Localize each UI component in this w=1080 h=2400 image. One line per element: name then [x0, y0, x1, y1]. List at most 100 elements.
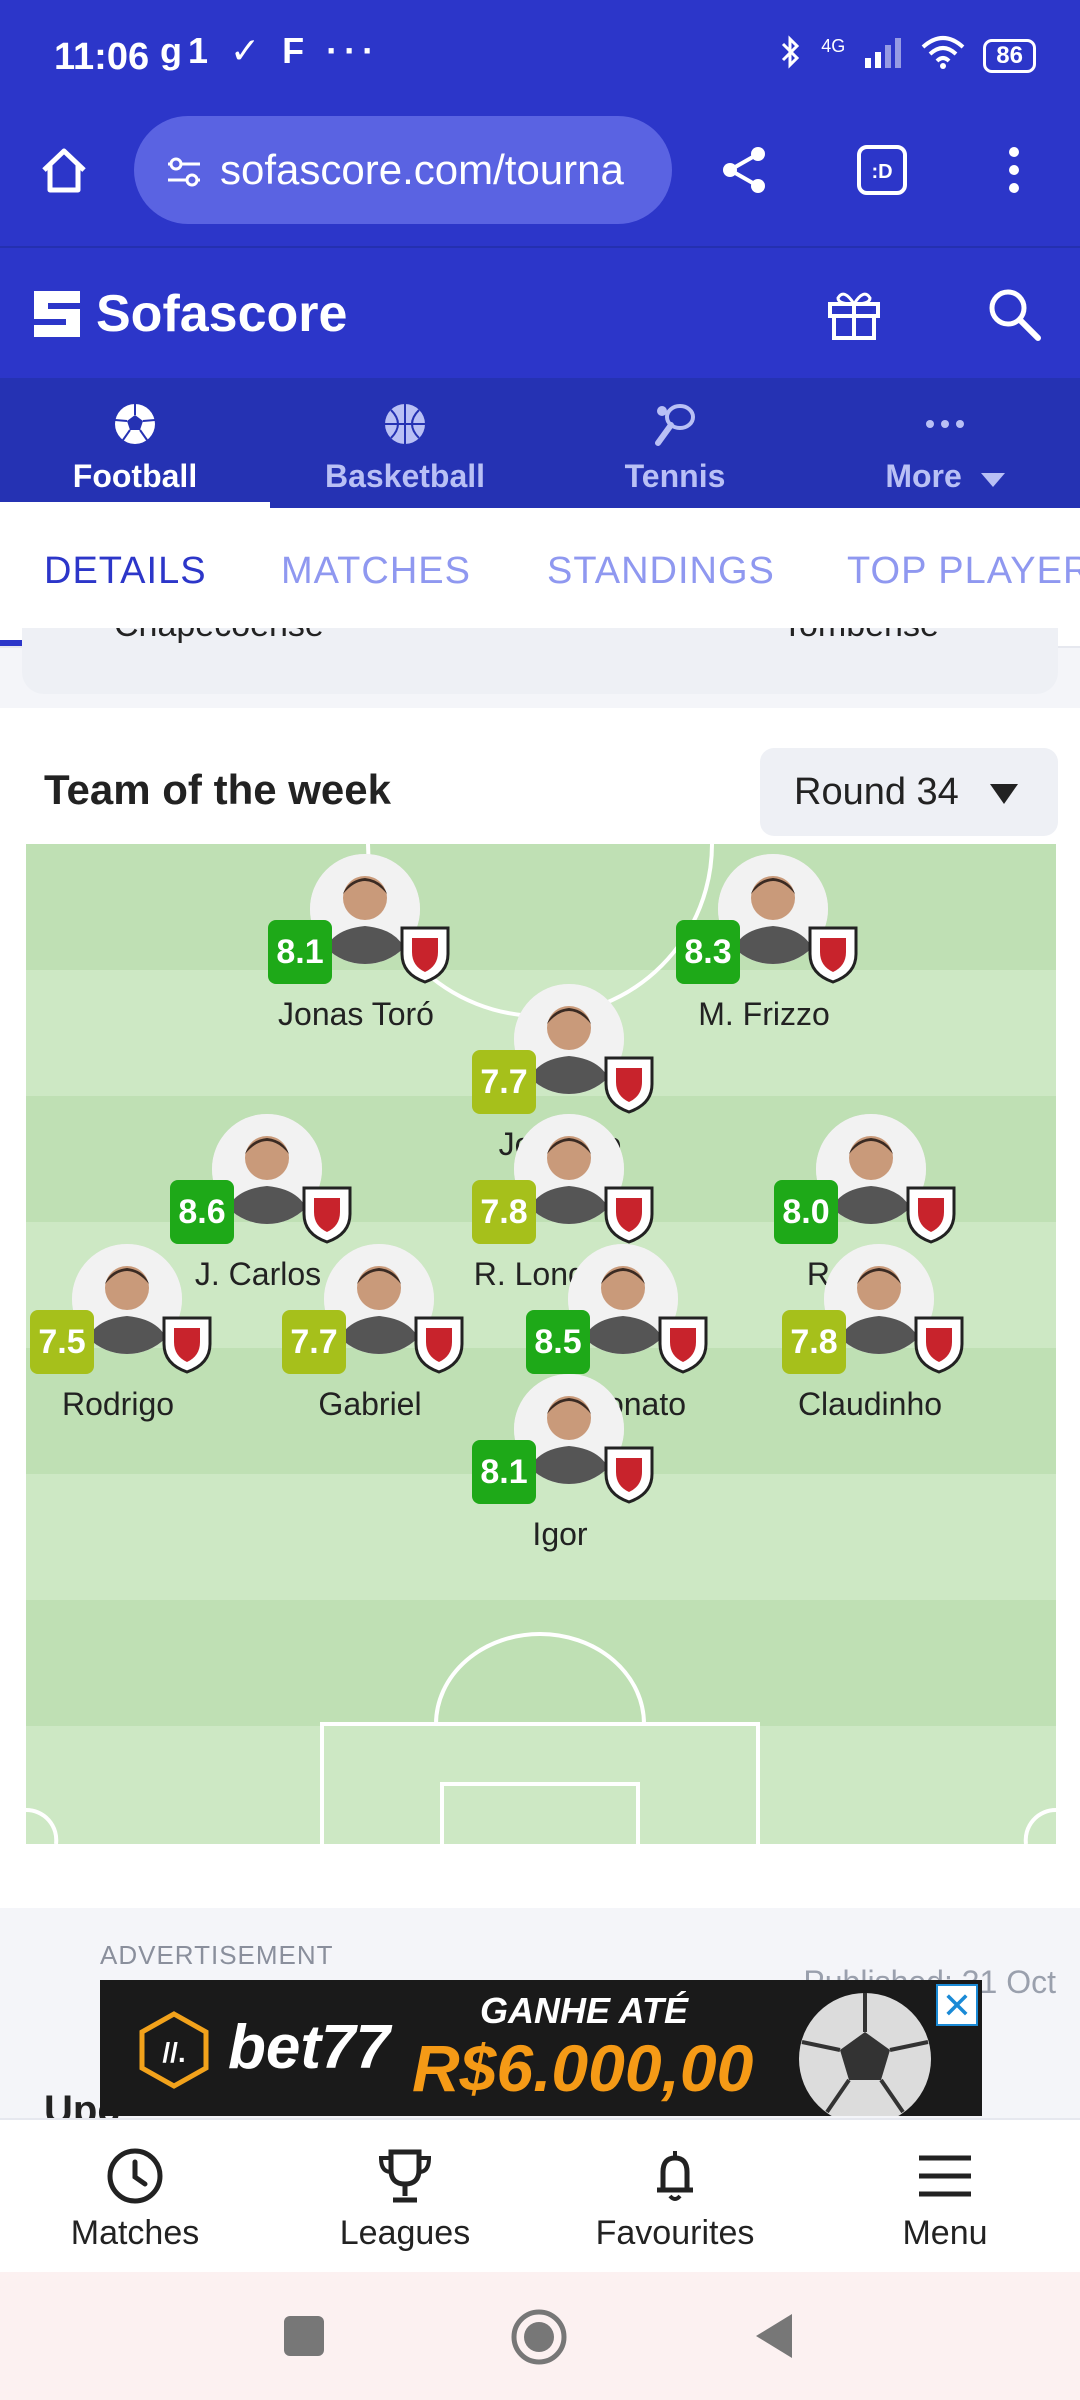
vila-nova-crest-icon: [656, 1314, 710, 1374]
nav-favourites[interactable]: Favourites: [540, 2120, 810, 2272]
player-rating: 8.1: [472, 1440, 536, 1504]
player-card[interactable]: 7.8 Claudinho: [720, 1244, 1020, 1424]
player-rating: 8.3: [676, 920, 740, 984]
tab-more-label: More: [885, 458, 962, 494]
tab-basketball[interactable]: Basketball: [270, 378, 540, 508]
close-icon[interactable]: ✕: [936, 1984, 978, 2026]
football-icon: [0, 398, 270, 450]
player-rating: 7.7: [472, 1050, 536, 1114]
status-bar: 11:06 g1 ✓ F ··· 4G 86: [0, 0, 1080, 112]
player-name: Igor: [532, 1516, 588, 1552]
url-text: sofascore.com/tourna: [220, 146, 624, 193]
player-rating: 7.8: [782, 1310, 846, 1374]
novorizontino-crest-icon: [904, 1184, 958, 1244]
nav-matches[interactable]: Matches: [0, 2120, 270, 2272]
sports-tabs: Football Basketball Tennis More: [0, 378, 1080, 508]
tab-tennis-label: Tennis: [624, 458, 726, 494]
more-dots-icon: [810, 398, 1080, 450]
botafogo-sp-crest-icon: [398, 924, 452, 984]
vila-nova-crest-icon: [160, 1314, 214, 1374]
ad-brand: bet77: [228, 2013, 390, 2082]
ad-amount: R$6.000,00: [412, 2031, 754, 2105]
tab-football-label: Football: [72, 458, 198, 494]
status-time: 11:06: [54, 36, 150, 78]
recents-icon[interactable]: [284, 2316, 324, 2356]
svg-text://.: //.: [162, 2037, 185, 2068]
ad-football-icon: [790, 1984, 940, 2116]
nav-matches-label: Matches: [70, 2214, 200, 2252]
sofascore-logo[interactable]: Sofascore: [32, 284, 347, 344]
basketball-icon: [270, 398, 540, 450]
home-icon[interactable]: [32, 138, 96, 202]
sofascore-mark-icon: [32, 289, 82, 339]
pitch: 8.1Jonas Toró8.3M. Frizzo7.7Jorginho8.6J…: [26, 844, 1056, 1844]
tournament-tabs: DETAILS MATCHES STANDINGS TOP PLAYERS: [0, 508, 1080, 648]
tab-tennis[interactable]: Tennis: [540, 378, 810, 508]
tab-more[interactable]: More: [810, 378, 1080, 508]
avai-crest-icon: [602, 1444, 656, 1504]
nav-menu-label: Menu: [902, 2214, 988, 2252]
bell-icon: [540, 2144, 810, 2208]
round-label: Round 34: [794, 771, 959, 813]
nav-leagues[interactable]: Leagues: [270, 2120, 540, 2272]
ceara-crest-icon: [300, 1184, 354, 1244]
app-header: Sofascore: [0, 248, 1080, 378]
tennis-icon: [540, 398, 810, 450]
player-rating: 7.7: [282, 1310, 346, 1374]
system-navigation-bar: [0, 2272, 1080, 2400]
screen: 11:06 g1 ✓ F ··· 4G 86 sofascore.com/tou…: [0, 0, 1080, 2400]
chevron-down-icon: [980, 460, 1005, 497]
back-icon[interactable]: [752, 2312, 796, 2360]
ad-label: ADVERTISEMENT: [100, 1940, 334, 1970]
player-card[interactable]: 8.1 Igor: [410, 1374, 710, 1554]
signal-icon: [863, 36, 903, 76]
app-name: Sofascore: [96, 285, 348, 343]
url-bar[interactable]: sofascore.com/tourna: [134, 116, 672, 224]
team-of-the-week-card: Team of the week Round 34 8.1 Jonas Toró…: [0, 708, 1080, 2000]
status-right: 4G 86: [779, 34, 1036, 78]
trophy-icon: [270, 2144, 540, 2208]
player-rating: 8.5: [526, 1310, 590, 1374]
prev-right-team: Tombense: [782, 628, 939, 645]
team-of-week-title: Team of the week: [44, 766, 391, 813]
prev-left-team: Chapecoense: [114, 628, 324, 645]
crb-crest-icon: [602, 1184, 656, 1244]
bottom-navigation: Matches Leagues Favourites Menu: [0, 2118, 1080, 2272]
nav-leagues-label: Leagues: [339, 2214, 471, 2252]
wifi-icon: [921, 35, 965, 77]
share-icon[interactable]: [712, 138, 776, 202]
round-dropdown[interactable]: Round 34: [760, 748, 1058, 836]
browser-menu-icon[interactable]: [982, 138, 1046, 202]
caret-down-icon: [990, 784, 1018, 804]
tab-standings[interactable]: STANDINGS: [547, 550, 775, 593]
previous-match-card[interactable]: Chapecoense Tombense: [22, 628, 1058, 694]
londrina-crest-icon: [412, 1314, 466, 1374]
tab-details[interactable]: DETAILS: [44, 550, 207, 593]
network-label: 4G: [821, 35, 846, 56]
tab-top-players[interactable]: TOP PLAYERS: [847, 550, 1080, 593]
sport-recife-crest-icon: [602, 1054, 656, 1114]
svg-text::D: :D: [871, 161, 892, 183]
home-circle-icon[interactable]: [510, 2308, 568, 2366]
player-rating: 8.6: [170, 1180, 234, 1244]
player-rating: 7.5: [30, 1310, 94, 1374]
ad-headline: GANHE ATÉ: [480, 1990, 689, 2031]
notification-icons: g1 ✓ F ···: [160, 30, 381, 71]
player-rating: 8.1: [268, 920, 332, 984]
search-icon[interactable]: [982, 282, 1046, 346]
player-name: Claudinho: [797, 1386, 943, 1422]
gift-icon[interactable]: [822, 282, 886, 346]
clock-icon: [0, 2144, 270, 2208]
tombense-crest-icon: [806, 924, 860, 984]
tab-basketball-label: Basketball: [324, 458, 486, 494]
tab-matches[interactable]: MATCHES: [281, 550, 471, 593]
bluetooth-icon: [779, 34, 803, 78]
advertisement-banner[interactable]: //. bet77 GANHE ATÉ R$6.000,00 ✕: [100, 1980, 982, 2116]
tab-switcher-icon[interactable]: :D: [850, 138, 914, 202]
tab-football[interactable]: Football: [0, 378, 270, 508]
site-settings-icon[interactable]: [164, 116, 204, 224]
bet77-logo-icon: //.: [134, 2010, 214, 2090]
criciuma-crest-icon: [912, 1314, 966, 1374]
nav-menu[interactable]: Menu: [810, 2120, 1080, 2272]
player-rating: 7.8: [472, 1180, 536, 1244]
